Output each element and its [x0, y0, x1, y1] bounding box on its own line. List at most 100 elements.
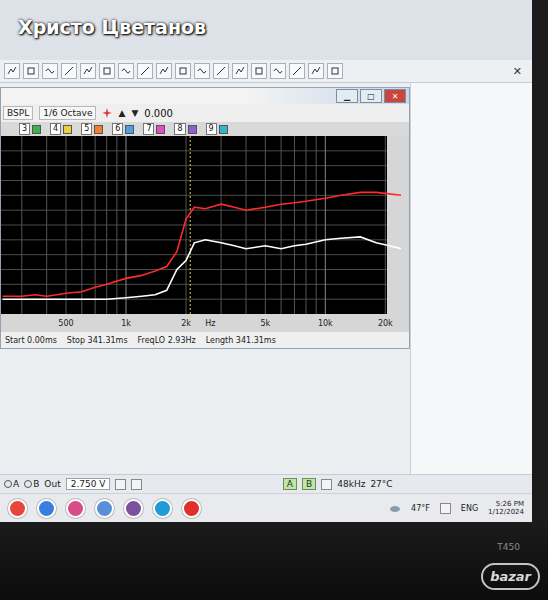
toolbar-button[interactable] — [42, 63, 58, 79]
toolbar-button[interactable] — [270, 63, 286, 79]
sample-rate: 48kHz — [337, 479, 365, 489]
tool-icon — [121, 66, 131, 76]
app-icon[interactable] — [182, 499, 201, 518]
legend-item[interactable]: 5 — [81, 123, 103, 135]
app-close-button[interactable]: ✕ — [513, 65, 528, 78]
input-icon[interactable] — [321, 479, 332, 490]
axis-tick: Hz — [205, 319, 215, 328]
color-swatch — [63, 125, 72, 134]
app-icon[interactable] — [124, 499, 143, 518]
tool-icon — [64, 66, 74, 76]
settings-icon[interactable] — [131, 479, 142, 490]
language[interactable]: ENG — [461, 504, 478, 513]
tool-icon — [273, 66, 283, 76]
tool-icon — [254, 66, 264, 76]
taskbar: 47°F ENG 5:26 PM1/12/2024 — [0, 493, 532, 522]
model-label: T450 — [497, 542, 520, 552]
arrow-button[interactable]: ▼ — [131, 108, 138, 118]
toolbar-button[interactable] — [251, 63, 267, 79]
graph-window: ▁□✕ BSPL 1/6 Octave ▲ ▼ 0.000 3456789 500 1k 2k Hz… — [0, 87, 410, 349]
graph-toolbar: BSPL 1/6 Octave ▲ ▼ 0.000 — [1, 104, 409, 122]
watermark: Христо Цветанов — [18, 16, 206, 38]
toolbar-button[interactable] — [194, 63, 210, 79]
tool-icon — [178, 66, 188, 76]
axis-tick: 1k — [121, 319, 131, 328]
tool-icon — [83, 66, 93, 76]
legend-item[interactable]: 3 — [19, 123, 41, 135]
photo-frame: ✕▁□✕BSPL1/6 Octave▲▼0.00034567895001k2kH… — [0, 0, 548, 600]
toolbar-button[interactable] — [327, 63, 343, 79]
tool-icon — [216, 66, 226, 76]
status-field: Length 341.31ms — [206, 336, 276, 345]
legend-item[interactable]: 4 — [50, 123, 72, 135]
measurement-trace — [3, 237, 402, 299]
app-status-bar: ABOut2.750 VAB48kHz27°C — [0, 474, 532, 493]
axis-tick: 2k — [181, 319, 191, 328]
tool-icon — [292, 66, 302, 76]
toolbar-button[interactable] — [61, 63, 77, 79]
tool-icon — [311, 66, 321, 76]
clock[interactable]: 5:26 PM1/12/2024 — [488, 500, 524, 516]
tool-icon — [197, 66, 207, 76]
status-field: Stop 341.31ms — [67, 336, 128, 345]
input-button[interactable]: B — [302, 478, 316, 490]
site-logo: bazar — [481, 563, 540, 590]
app-icon[interactable] — [37, 499, 56, 518]
toolbar-button[interactable] — [213, 63, 229, 79]
toolbar-button[interactable] — [80, 63, 96, 79]
toolbar-button[interactable] — [289, 63, 305, 79]
channel-toggle[interactable]: B — [24, 479, 39, 489]
toolbar-button[interactable] — [308, 63, 324, 79]
mode-select[interactable]: BSPL — [3, 106, 33, 120]
app-icon[interactable] — [153, 499, 172, 518]
toolbar-button[interactable] — [4, 63, 20, 79]
axis-tick: 500 — [58, 319, 73, 328]
color-swatch — [125, 125, 134, 134]
legend-item[interactable]: 8 — [174, 123, 196, 135]
window-control[interactable]: □ — [360, 89, 382, 103]
cursor-line[interactable] — [190, 136, 191, 324]
cloud-icon — [389, 504, 401, 512]
color-swatch — [188, 125, 197, 134]
channel-toggle[interactable]: A — [4, 479, 19, 489]
bezel-bottom: T450 — [0, 522, 548, 600]
app-icon[interactable] — [8, 499, 27, 518]
toolbar-button[interactable] — [99, 63, 115, 79]
tool-icon — [7, 66, 17, 76]
laptop-screen: ✕▁□✕BSPL1/6 Octave▲▼0.00034567895001k2kH… — [0, 0, 532, 522]
window-control[interactable]: ▁ — [336, 89, 358, 103]
color-swatch — [32, 125, 41, 134]
star-icon[interactable] — [102, 108, 112, 118]
toolbar-button[interactable] — [156, 63, 172, 79]
tool-icon — [26, 66, 36, 76]
tray-icon[interactable] — [440, 503, 451, 514]
legend-item[interactable]: 7 — [143, 123, 165, 135]
smoothing-select[interactable]: 1/6 Octave — [39, 106, 96, 120]
app-icon[interactable] — [95, 499, 114, 518]
plot-area — [1, 136, 387, 314]
tool-icon — [102, 66, 112, 76]
graph-status: Start 0.00msStop 341.31msFreqLO 2.93HzLe… — [1, 332, 409, 348]
status-field: Start 0.00ms — [5, 336, 57, 345]
app-toolbar: ✕ — [0, 60, 532, 83]
toolbar-button[interactable] — [137, 63, 153, 79]
toolbar-button[interactable] — [23, 63, 39, 79]
output-level-field[interactable]: 2.750 V — [66, 478, 111, 490]
tool-icon — [330, 66, 340, 76]
weather[interactable]: 47°F — [411, 504, 430, 513]
workspace — [410, 83, 532, 474]
toolbar-button[interactable] — [232, 63, 248, 79]
legend-item[interactable]: 6 — [112, 123, 134, 135]
tool-icon — [140, 66, 150, 76]
app-icon[interactable] — [66, 499, 85, 518]
axis-tick: 5k — [260, 319, 270, 328]
window-control[interactable]: ✕ — [384, 89, 406, 103]
color-swatch — [219, 125, 228, 134]
input-button[interactable]: A — [283, 478, 297, 490]
meter-icon[interactable] — [115, 479, 126, 490]
toolbar-button[interactable] — [175, 63, 191, 79]
legend-item[interactable]: 9 — [206, 123, 228, 135]
offset-value[interactable]: 0.000 — [144, 108, 173, 119]
arrow-button[interactable]: ▲ — [118, 108, 125, 118]
toolbar-button[interactable] — [118, 63, 134, 79]
